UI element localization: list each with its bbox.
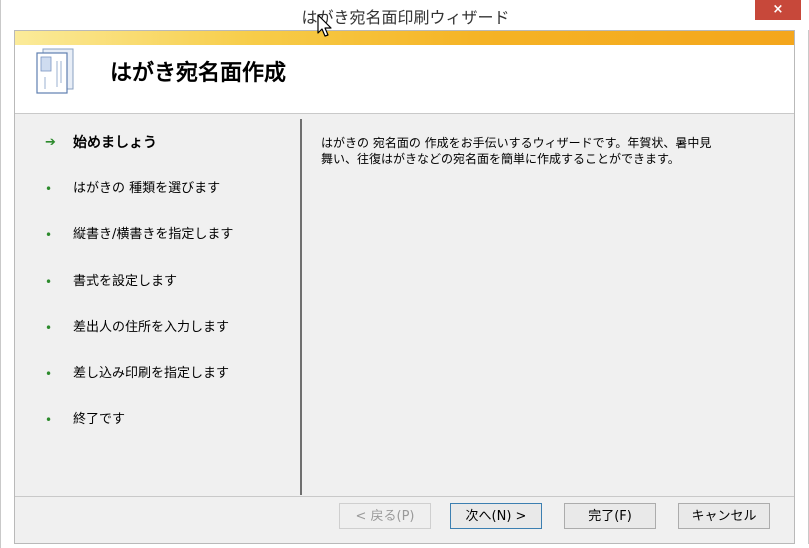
vertical-divider [300, 119, 302, 495]
next-button[interactable]: 次へ(N) > [450, 503, 542, 529]
step-label: 差し込み印刷を指定します [73, 366, 230, 381]
bullet-icon: • [45, 367, 53, 381]
horizontal-divider [15, 496, 794, 497]
bottom-strip [1, 544, 809, 548]
finish-button[interactable]: 完了(F) [564, 503, 656, 529]
description-line: 舞い、往復はがきなどの宛名面を簡単に作成することができます。 [321, 152, 680, 166]
close-button[interactable]: × [755, 0, 801, 20]
bullet-icon: • [45, 321, 53, 335]
step-label: 差出人の住所を入力します [73, 320, 230, 335]
step-label: 終了です [73, 412, 126, 427]
content-panel: はがきの 宛名面の 作成をお手伝いするウィザードです。年賀状、暑中見 舞い、往復… [321, 135, 761, 167]
back-button[interactable]: < 戻る(P) [339, 503, 431, 529]
window-title: はがき宛名面印刷ウィザード [301, 8, 510, 27]
postcard-icon [36, 48, 74, 94]
close-icon: × [772, 2, 784, 17]
step-label: 始めましょう [73, 135, 157, 151]
step-label: 縦書き/横書きを指定します [73, 227, 234, 242]
step-list: ➔ 始めましょう • はがきの 種類を選びます • 縦書き/横書きを指定します … [15, 114, 300, 495]
description-line: はがきの 宛名面の 作成をお手伝いするウィザードです。年賀状、暑中見 [321, 136, 712, 150]
wizard-window: はがき宛名面印刷ウィザード × はがき宛名面作成 ➔ 始めましょう • はがきの… [0, 0, 809, 548]
step-label: 書式を設定します [73, 274, 178, 289]
mouse-pointer-icon [317, 14, 332, 37]
bullet-icon: • [45, 228, 53, 242]
header-title: はがき宛名面作成 [110, 61, 287, 86]
step-orientation: • 縦書き/横書きを指定します [15, 225, 300, 249]
cancel-button[interactable]: キャンセル [678, 503, 770, 529]
wizard-frame: はがき宛名面作成 ➔ 始めましょう • はがきの 種類を選びます • 縦書き/横… [14, 30, 795, 544]
bullet-icon: • [45, 182, 53, 196]
step-mail-merge: • 差し込み印刷を指定します [15, 364, 300, 388]
accent-bar [15, 31, 794, 45]
bullet-icon: • [45, 413, 53, 427]
step-finish: • 終了です [15, 410, 300, 434]
step-format: • 書式を設定します [15, 272, 300, 296]
step-label: はがきの 種類を選びます [73, 181, 221, 196]
wizard-header: はがき宛名面作成 [15, 31, 794, 114]
step-start: ➔ 始めましょう [15, 133, 300, 157]
step-postcard-type: • はがきの 種類を選びます [15, 179, 300, 203]
step-sender-address: • 差出人の住所を入力します [15, 318, 300, 342]
bullet-icon: • [45, 275, 53, 289]
title-bar: はがき宛名面印刷ウィザード × [1, 0, 809, 30]
arrow-right-icon: ➔ [45, 135, 56, 150]
